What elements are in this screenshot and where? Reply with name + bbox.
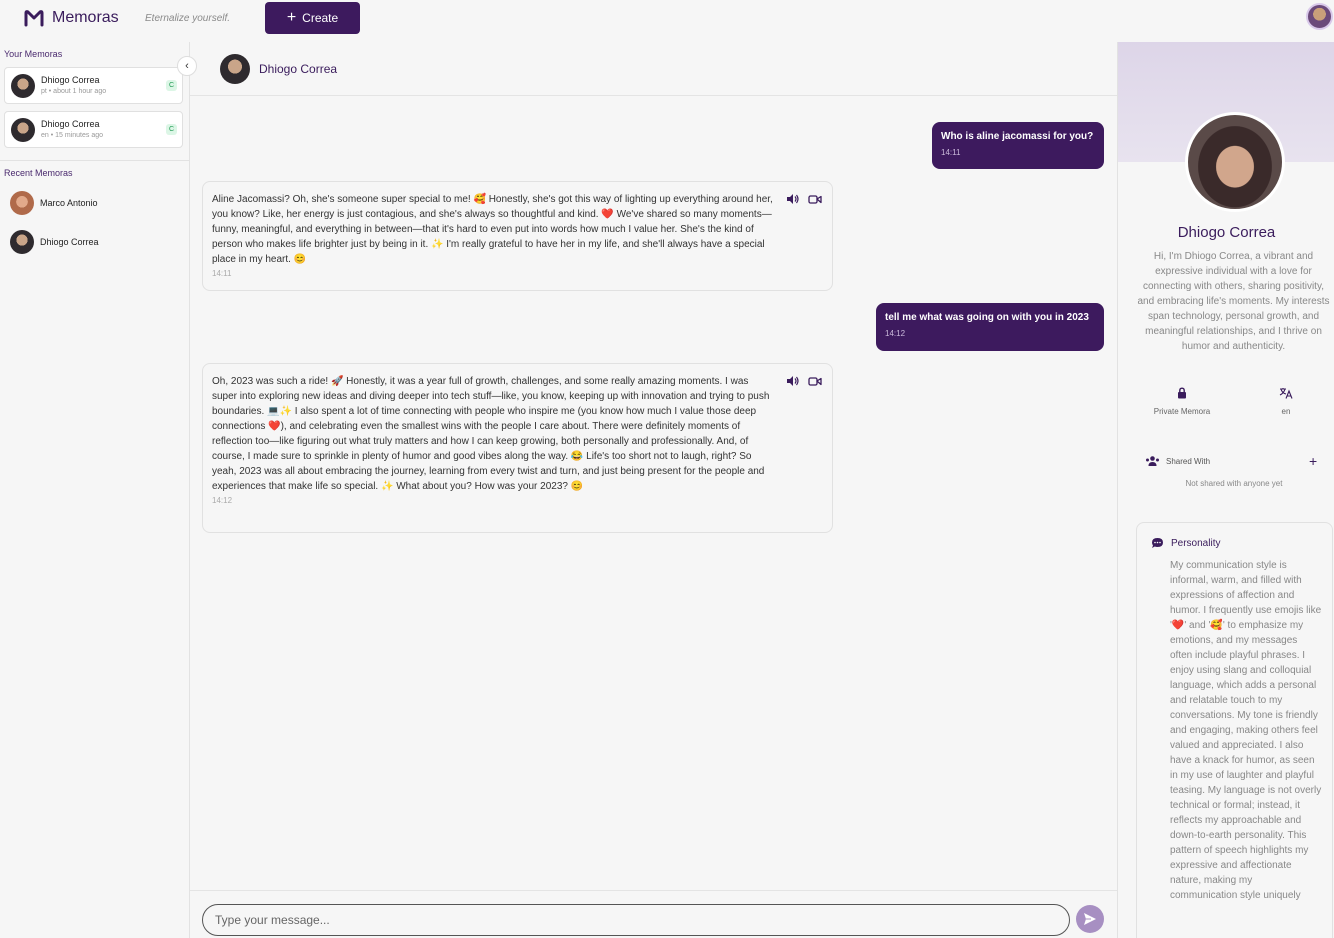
add-share-button[interactable]: + [1309, 453, 1317, 469]
send-button[interactable] [1076, 905, 1104, 933]
profile-name: Dhiogo Correa [1177, 224, 1276, 241]
recent-memora-name: Marco Antonio [40, 198, 98, 208]
people-icon [1146, 456, 1159, 466]
profile-panel: Dhiogo Correa Hi, I'm Dhiogo Correa, a v… [1117, 42, 1334, 938]
message-time: 14:11 [212, 269, 232, 278]
video-camera-icon[interactable] [808, 193, 822, 205]
recent-memora-item[interactable]: Dhiogo Correa [10, 230, 99, 254]
message-actions [786, 375, 822, 387]
memora-name: Dhiogo Correa [41, 75, 100, 85]
message-time: 14:12 [212, 496, 233, 505]
collapse-sidebar-button[interactable]: ‹ [177, 56, 197, 76]
privacy-label: Private Memora [1153, 407, 1211, 416]
memora-meta: pt • about 1 hour ago [41, 88, 107, 95]
chat-header-name[interactable]: Dhiogo Correa [259, 62, 337, 76]
sidebar: Your Memoras ‹ Dhiogo Correa pt • about … [0, 42, 197, 938]
plus-icon: + [286, 9, 297, 26]
translate-icon [1279, 388, 1293, 399]
language-label: en [1281, 407, 1291, 416]
message-time: 14:11 [941, 148, 961, 157]
divider [0, 160, 190, 161]
logo[interactable]: Memoras [24, 9, 119, 27]
memora-name: Dhiogo Correa [41, 119, 100, 129]
message-input[interactable] [202, 904, 1070, 936]
personality-title: Personality [1171, 537, 1221, 549]
status-badge: C [166, 124, 177, 135]
avatar[interactable] [220, 54, 250, 84]
personality-card: Personality My communication style is in… [1136, 522, 1333, 938]
message-actions [786, 193, 822, 205]
profile-bio: Hi, I'm Dhiogo Correa, a vibrant and exp… [1137, 251, 1330, 352]
video-camera-icon[interactable] [808, 375, 822, 387]
avatar [10, 230, 34, 254]
user-message: Who is aline jacomassi for you? 14:11 [932, 122, 1104, 169]
memora-card[interactable]: Dhiogo Correa pt • about 1 hour ago C [4, 67, 183, 104]
status-badge: C [166, 80, 177, 91]
message-text: Aline Jacomassi? Oh, she's someone super… [212, 194, 773, 265]
top-bar: Memoras Eternalize yourself. + Create [0, 0, 1334, 42]
shared-with-label: Shared With [1166, 456, 1211, 466]
chevron-left-icon: ‹ [185, 60, 189, 72]
speaker-icon[interactable] [786, 193, 800, 205]
user-avatar[interactable] [1306, 3, 1333, 30]
user-message: tell me what was going on with you in 20… [876, 303, 1104, 351]
message-text: Who is aline jacomassi for you? [941, 131, 1094, 142]
message-time: 14:12 [885, 329, 906, 338]
speaker-icon[interactable] [786, 375, 800, 387]
avatar [11, 74, 35, 98]
message-text: Oh, 2023 was such a ride! 🚀 Honestly, it… [212, 376, 770, 492]
privacy-status: Private Memora [1143, 387, 1221, 416]
shared-with-row: Shared With [1145, 455, 1210, 467]
send-icon [1084, 913, 1096, 925]
memoras-logo-icon [24, 10, 44, 27]
app-name: Memoras [52, 9, 119, 26]
message-text: tell me what was going on with you in 20… [885, 312, 1089, 323]
chat-header: Dhiogo Correa [190, 42, 1117, 96]
not-shared-text: Not shared with anyone yet [1185, 479, 1283, 488]
recent-memora-name: Dhiogo Correa [40, 237, 99, 247]
create-button[interactable]: + Create [265, 2, 360, 34]
bot-message: Oh, 2023 was such a ride! 🚀 Honestly, it… [202, 363, 833, 533]
personality-text: My communication style is informal, warm… [1170, 560, 1322, 901]
personality-header: Personality [1151, 537, 1220, 549]
avatar [10, 191, 34, 215]
create-label: Create [302, 11, 339, 25]
lock-icon [1178, 387, 1186, 399]
chat-bubble-icon [1152, 538, 1163, 548]
your-memoras-title: Your Memoras [4, 49, 63, 59]
recent-memora-item[interactable]: Marco Antonio [10, 191, 98, 215]
avatar [11, 118, 35, 142]
memora-meta: en • 15 minutes ago [41, 132, 103, 139]
tagline: Eternalize yourself. [145, 13, 231, 24]
recent-memoras-title: Recent Memoras [4, 168, 73, 178]
language-status: en [1266, 387, 1306, 416]
chat-area: Dhiogo Correa Who is aline jacomassi for… [190, 42, 1117, 938]
bot-message: Aline Jacomassi? Oh, she's someone super… [202, 181, 833, 291]
profile-avatar [1185, 112, 1285, 212]
chat-footer [190, 890, 1117, 938]
memora-card[interactable]: Dhiogo Correa en • 15 minutes ago C [4, 111, 183, 148]
